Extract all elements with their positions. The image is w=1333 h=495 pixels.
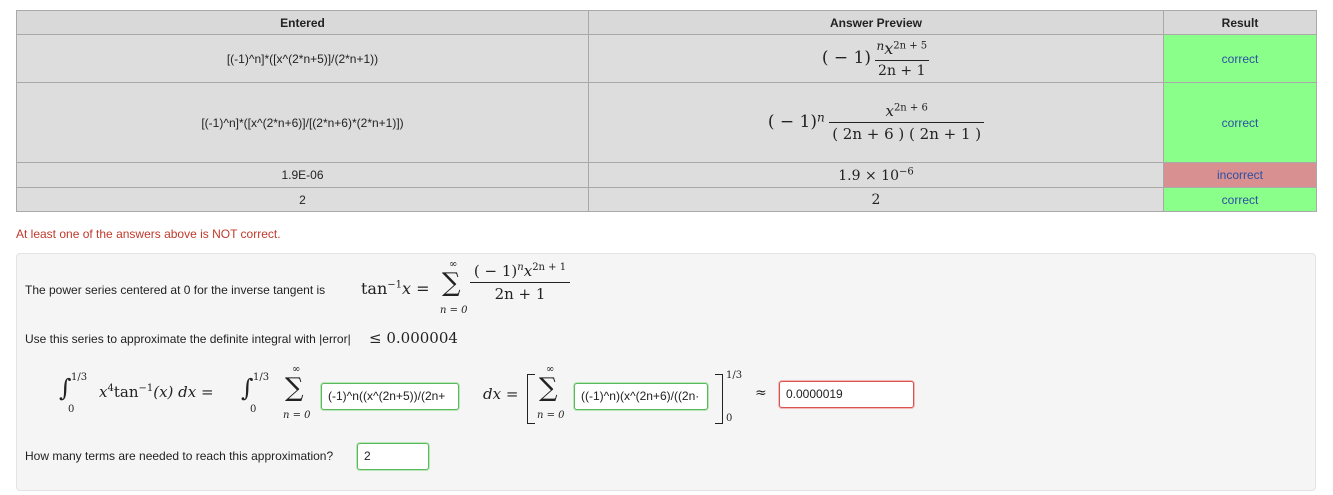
instruction-text: Use this series to approximate the defin… [25, 332, 351, 346]
tan-lhs: tan−1x = [361, 279, 430, 298]
integrand-arg: (x) dx = [153, 383, 214, 401]
terms-input[interactable]: 2 [357, 443, 429, 470]
preview-fraction: x2n + 6 ( 2n + 6 ) ( 2n + 1 ) [829, 102, 985, 143]
table-row: 2 2 correct [16, 187, 1317, 212]
entered-cell: 2 [16, 187, 589, 212]
result-cell: correct [1163, 187, 1317, 212]
series-denominator: 2n + 1 [470, 282, 570, 303]
preview-mantissa: 1.9 × 10 [838, 167, 899, 184]
tan-exponent: −1 [387, 279, 403, 291]
header-result: Result [1163, 10, 1317, 35]
preview-denominator: ( 2n + 6 ) ( 2n + 1 ) [829, 122, 985, 143]
table-row: [(-1)^n]*([x^(2*n+5)]/(2*n+1)) ( − 1) nx… [16, 34, 1317, 83]
result-cell: incorrect [1163, 162, 1317, 188]
series-fraction: ( − 1)nx2n + 1 2n + 1 [470, 262, 570, 303]
sigma-symbol-2: ∑ [285, 373, 304, 403]
preview-x: x [884, 38, 894, 58]
dx-equals: dx = [483, 385, 519, 403]
integral-lower-2: 0 [250, 404, 257, 415]
header-answer-preview: Answer Preview [588, 10, 1164, 35]
integral-sign-2: ∫ [241, 374, 254, 402]
preview-x: x [885, 102, 894, 120]
antiderivative-input[interactable]: ((-1)^n)(x^(2n+6)/((2n· [574, 383, 708, 410]
preview-x-exponent: 2n + 6 [893, 102, 928, 114]
preview-base: ( − 1) [767, 111, 817, 132]
terms-question: How many terms are needed to reach this … [25, 449, 334, 463]
preview-cell: 2 [588, 187, 1164, 212]
preview-exp-n: n [876, 38, 885, 53]
series-term-input[interactable]: (-1)^n((x^(2n+5))/(2n+ [321, 383, 459, 410]
integral-upper: 1/3 [71, 372, 88, 383]
preview-cell: ( − 1) nx2n + 5 2n + 1 [588, 34, 1164, 83]
integral-upper-2: 1/3 [253, 372, 270, 383]
sigma-symbol-3: ∑ [539, 373, 558, 403]
eval-lower: 0 [726, 413, 733, 424]
preview-base: ( − 1) [821, 47, 871, 68]
preview-cell: 1.9 × 10−6 [588, 162, 1164, 188]
integrand: x4tan−1(x) dx = [99, 383, 214, 401]
series-sign: ( − 1) [473, 262, 518, 280]
approx-symbol: ≈ [755, 385, 767, 401]
sigma-symbol: ∑ [442, 268, 461, 298]
entered-cell: [(-1)^n]*([x^(2*n+6)]/[(2*n+6)*(2*n+1)]) [16, 82, 589, 163]
right-bracket [715, 374, 723, 424]
sum-lower-limit-3: n = 0 [537, 410, 565, 421]
preview-exponent: −6 [898, 166, 914, 178]
table-row: 1.9E-06 1.9 × 10−6 incorrect [16, 162, 1317, 188]
integral-lower: 0 [68, 404, 75, 415]
preview-x-exponent: 2n + 5 [893, 39, 928, 51]
tan-text: tan [361, 279, 388, 298]
entered-cell: [(-1)^n]*([x^(2*n+5)]/(2*n+1)) [16, 34, 589, 83]
result-cell: correct [1163, 82, 1317, 163]
left-bracket [527, 374, 535, 424]
approximation-input[interactable]: 0.0000019 [779, 381, 914, 408]
integral-sign: ∫ [59, 374, 72, 402]
integrand-tan-exp: −1 [138, 383, 154, 394]
error-bound: ≤ 0.000004 [369, 329, 458, 347]
preview-value: 2 [871, 191, 881, 208]
entered-cell: 1.9E-06 [16, 162, 589, 188]
series-intro-text: The power series centered at 0 for the i… [25, 283, 326, 297]
result-cell: correct [1163, 34, 1317, 83]
series-exponent: 2n + 1 [532, 262, 567, 273]
tan-var: x = [402, 279, 430, 298]
preview-exp-n: n [817, 109, 825, 124]
series-x: x [523, 262, 533, 280]
results-table: Entered Answer Preview Result [(-1)^n]*(… [16, 10, 1317, 212]
preview-cell: ( − 1)n x2n + 6 ( 2n + 6 ) ( 2n + 1 ) [588, 82, 1164, 163]
header-entered: Entered [16, 10, 589, 35]
integrand-tan: tan [113, 383, 139, 401]
table-row: [(-1)^n]*([x^(2*n+6)]/[(2*n+6)*(2*n+1)])… [16, 82, 1317, 163]
table-header-row: Entered Answer Preview Result [16, 10, 1317, 35]
preview-denominator: 2n + 1 [875, 59, 929, 79]
eval-upper: 1/3 [726, 370, 743, 381]
incorrect-warning: At least one of the answers above is NOT… [16, 227, 281, 241]
preview-fraction: nx2n + 5 2n + 1 [873, 39, 930, 79]
sum-lower-limit: n = 0 [440, 305, 468, 316]
sum-lower-limit-2: n = 0 [283, 410, 311, 421]
problem-panel: The power series centered at 0 for the i… [16, 253, 1316, 491]
